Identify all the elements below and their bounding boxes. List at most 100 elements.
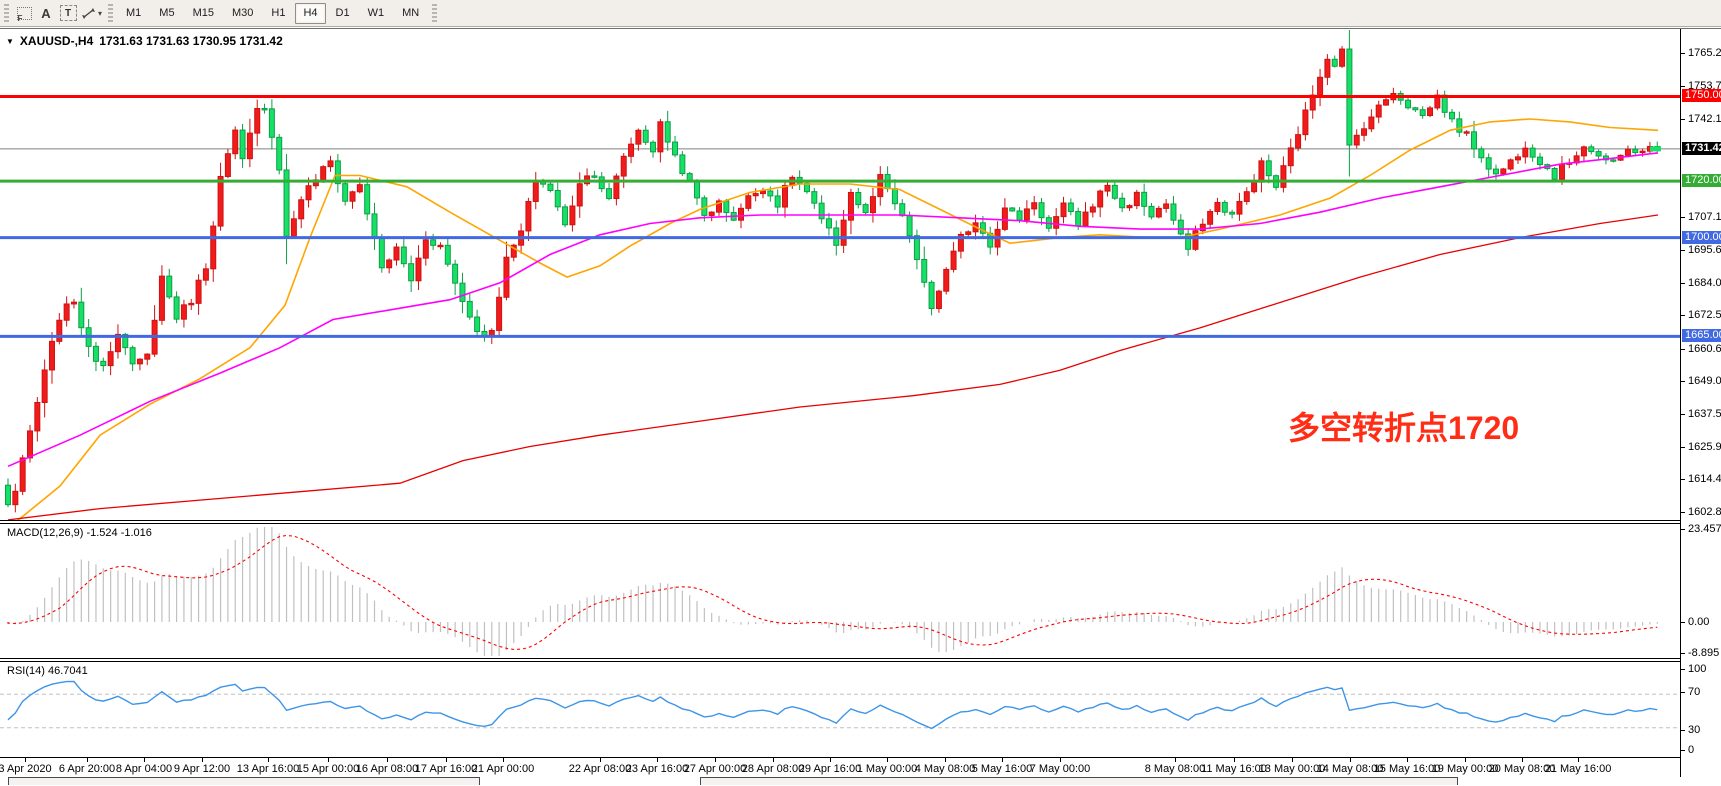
candle-body xyxy=(504,257,509,297)
candle-body xyxy=(467,301,472,317)
time-axis-tick xyxy=(1060,758,1061,762)
candle-body xyxy=(1625,149,1630,155)
toolbar-grip[interactable] xyxy=(4,4,9,22)
price-tick-label: 1672.50 xyxy=(1688,309,1721,321)
timeframe-button-mn[interactable]: MN xyxy=(394,3,427,24)
text-tool-button[interactable]: T xyxy=(59,3,77,23)
candle-body xyxy=(680,155,685,174)
candle-body xyxy=(423,240,428,258)
candle-body xyxy=(218,176,223,226)
background-window-edge[interactable] xyxy=(8,777,480,785)
macd-tick-label: 23.457 xyxy=(1688,523,1721,535)
timeframe-button-w1[interactable]: W1 xyxy=(360,3,393,24)
candle-body xyxy=(1420,110,1425,116)
candle-body xyxy=(592,176,597,177)
candle-body xyxy=(1215,202,1220,211)
time-axis-label: 28 Apr 08:00 xyxy=(742,763,804,775)
price-tick-label: 1765.25 xyxy=(1688,47,1721,59)
candle-body xyxy=(695,181,700,198)
candle-body xyxy=(291,219,296,236)
candle-body xyxy=(914,236,919,260)
candle-body xyxy=(563,207,568,225)
price-axis-tick xyxy=(1681,315,1685,316)
background-window-edge[interactable] xyxy=(700,777,1458,785)
toolbar-grip[interactable] xyxy=(432,4,437,22)
time-axis[interactable]: 3 Apr 20206 Apr 20:008 Apr 04:009 Apr 12… xyxy=(0,757,1721,777)
candle-body xyxy=(1640,151,1645,152)
candle-body xyxy=(101,361,106,365)
price-level-label-1750.00: 1750.00 xyxy=(1682,89,1721,102)
candle-body xyxy=(438,245,443,246)
candle-body xyxy=(1589,147,1594,152)
candle-body xyxy=(1530,148,1535,157)
candle-body xyxy=(1237,201,1242,214)
candle-body xyxy=(189,303,194,304)
time-axis-label: 13 May 00:00 xyxy=(1259,763,1326,775)
rsi-pane[interactable] xyxy=(0,662,1680,757)
candle-body xyxy=(651,142,656,152)
timeframe-button-m5[interactable]: M5 xyxy=(151,3,182,24)
time-axis-label: 23 Apr 16:00 xyxy=(626,763,688,775)
chart-ohlc-values: 1731.63 1731.63 1730.95 1731.42 xyxy=(99,34,283,48)
frame-tool-button[interactable]: F xyxy=(15,3,33,23)
timeframe-button-m1[interactable]: M1 xyxy=(118,3,149,24)
price-axis-tick xyxy=(1681,283,1685,284)
candle-body xyxy=(247,133,252,159)
candle-body xyxy=(863,205,868,213)
candle-body xyxy=(196,280,201,303)
time-axis-label: 16 Apr 08:00 xyxy=(356,763,418,775)
candle-body xyxy=(1318,77,1323,95)
macd-tick-label: -8.895 xyxy=(1688,647,1719,659)
chevron-down-icon[interactable]: ▼ xyxy=(6,37,14,46)
timeframe-button-d1[interactable]: D1 xyxy=(328,3,358,24)
candle-body xyxy=(629,144,634,156)
toolbar-grip[interactable] xyxy=(108,4,113,22)
candle-body xyxy=(1552,168,1557,179)
candle-body xyxy=(321,167,326,180)
candle-body xyxy=(35,402,40,430)
time-axis-tick xyxy=(1465,758,1466,762)
candle-body xyxy=(1596,152,1601,156)
cursor-tool-button[interactable]: ▾ xyxy=(81,3,102,23)
candle-body xyxy=(1515,157,1520,160)
candle-body xyxy=(1523,148,1528,157)
rsi-axis-tick xyxy=(1681,730,1685,731)
candle-body xyxy=(1134,192,1139,205)
time-axis-label: 15 Apr 00:00 xyxy=(297,763,359,775)
font-tool-button[interactable]: A xyxy=(37,3,55,23)
price-axis-tick xyxy=(1681,119,1685,120)
time-axis-tick xyxy=(1407,758,1408,762)
candle-body xyxy=(269,109,274,137)
candle-body xyxy=(431,240,436,246)
price-tick-label: 1602.85 xyxy=(1688,506,1721,518)
candle-body xyxy=(1266,161,1271,176)
candle-body xyxy=(768,191,773,196)
candle-body xyxy=(203,269,208,280)
timeframe-button-m15[interactable]: M15 xyxy=(185,3,222,24)
time-axis-tick xyxy=(387,758,388,762)
time-axis-label: 22 Apr 08:00 xyxy=(569,763,631,775)
price-axis-tick xyxy=(1681,250,1685,251)
candle-body xyxy=(607,189,612,199)
candle-body xyxy=(1083,212,1088,226)
timeframe-button-m30[interactable]: M30 xyxy=(224,3,261,24)
macd-pane[interactable] xyxy=(0,524,1680,658)
ma-red-line xyxy=(8,215,1658,520)
candle-body xyxy=(1171,204,1176,220)
timeframe-button-h1[interactable]: H1 xyxy=(263,3,293,24)
candle-body xyxy=(13,491,18,504)
price-axis[interactable]: 1765.251753.701742.151707.151695.601684.… xyxy=(1680,29,1721,777)
font-tool-icon: A xyxy=(41,6,50,21)
candle-body xyxy=(1376,105,1381,117)
candle-body xyxy=(929,282,934,308)
top-toolbar: F A T ▾ M1M5M15M30H1H4D1W1MN xyxy=(0,0,1721,27)
candle-body xyxy=(233,130,238,154)
candle-body xyxy=(1581,147,1586,156)
candle-body xyxy=(453,264,458,283)
candle-body xyxy=(1222,202,1227,212)
candle-body xyxy=(1457,119,1462,132)
candle-body xyxy=(445,245,450,264)
candle-body xyxy=(1537,157,1542,164)
time-axis-label: 29 Apr 16:00 xyxy=(799,763,861,775)
timeframe-button-h4[interactable]: H4 xyxy=(295,3,325,24)
